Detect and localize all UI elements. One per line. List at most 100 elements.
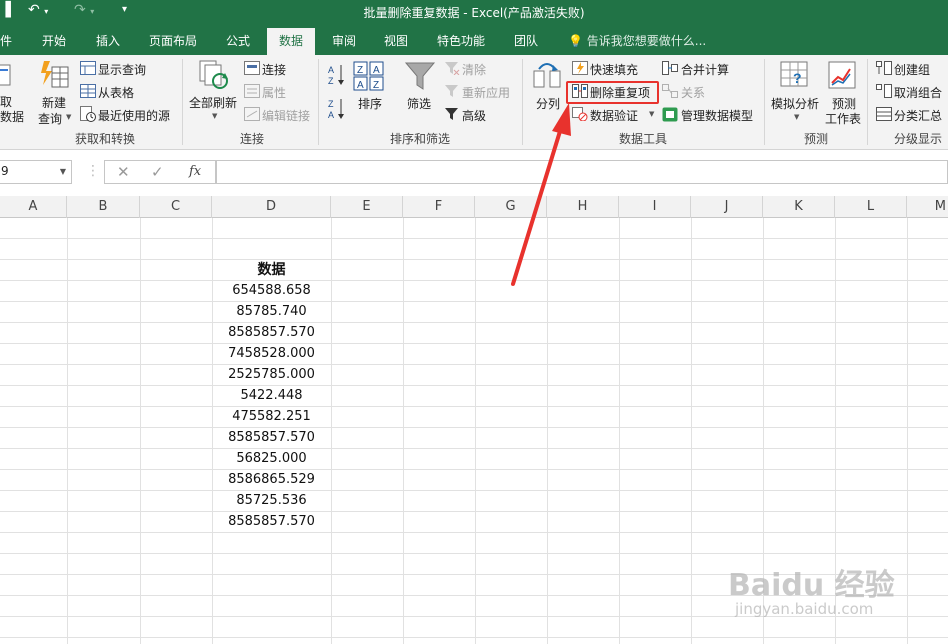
row-line [0,511,948,512]
new-query-label-b[interactable]: 查询 [38,110,62,127]
drag-handle-icon[interactable]: ⋮ [86,163,100,179]
row-line [0,427,948,428]
sort-za-icon: ZA [328,99,344,120]
edit-links-button[interactable]: 编辑链接 [262,107,310,124]
column-header[interactable]: J [691,196,763,218]
tab-view[interactable]: 视图 [384,32,408,49]
text-to-columns-button[interactable]: 分列 [536,95,560,112]
insert-function-icon[interactable]: fx [189,164,201,179]
data-cell[interactable]: 85725.536 [212,493,331,508]
tab-data[interactable]: 数据 [267,28,316,55]
forecast-sheet-icon [828,61,856,89]
what-if-button[interactable]: 模拟分析 [771,95,819,112]
enter-icon[interactable]: ✓ [151,163,164,181]
column-header[interactable]: C [140,196,212,218]
svg-text:A: A [373,65,380,76]
group-button[interactable]: 创建组 [894,61,930,78]
reapply-button[interactable]: 重新应用 [462,84,510,101]
row-line [0,364,948,365]
data-cell[interactable]: 5422.448 [212,388,331,403]
reapply-icon [445,85,458,97]
data-cell[interactable]: 56825.000 [212,451,331,466]
tab-team[interactable]: 团队 [514,32,538,49]
formula-input[interactable] [216,160,948,184]
tab-review[interactable]: 审阅 [332,32,356,49]
column-line [331,218,332,644]
manage-data-model-icon [662,107,678,122]
filter-button[interactable]: 筛选 [407,95,431,112]
formula-buttons: ✕ ✓ fx [104,160,216,184]
relationships-button[interactable]: 关系 [681,84,705,101]
get-data-label-b[interactable]: 数据 [0,108,24,125]
column-header[interactable]: L [835,196,907,218]
column-header[interactable]: D [212,196,331,218]
new-query-label-a[interactable]: 新建 [42,94,66,111]
flash-fill-button[interactable]: 快速填充 [590,61,638,78]
tab-insert[interactable]: 插入 [96,32,120,49]
column-line [475,218,476,644]
subtotal-button[interactable]: 分类汇总 [894,107,942,124]
column-line [619,218,620,644]
refresh-all-button[interactable]: 全部刷新 [189,94,237,111]
column-header[interactable]: M [907,196,948,218]
row-line [0,343,948,344]
advanced-button[interactable]: 高级 [462,107,486,124]
tab-file[interactable]: 件 [0,32,12,49]
column-header[interactable]: H [547,196,619,218]
tab-page-layout[interactable]: 页面布局 [149,32,197,49]
data-cell[interactable]: 85785.740 [212,304,331,319]
data-validation-icon [572,107,588,121]
tab-formulas[interactable]: 公式 [226,32,250,49]
column-header[interactable]: G [475,196,547,218]
column-header[interactable]: B [67,196,140,218]
column-headers: A B C D E F G H I J K L M [0,196,948,218]
column-header[interactable]: I [619,196,691,218]
data-cell[interactable]: 8585857.570 [212,514,331,529]
row-line [0,532,948,533]
svg-text:?: ? [793,70,802,86]
tell-me-box[interactable]: 💡 告诉我您想要做什么... [568,32,706,49]
chevron-down-icon[interactable]: ▼ [60,167,66,176]
cancel-icon[interactable]: ✕ [117,163,130,181]
data-cell[interactable]: 2525785.000 [212,367,331,382]
cell-d-header[interactable]: 数据 [212,259,331,279]
ungroup-button[interactable]: 取消组合 [894,84,942,101]
connections-button[interactable]: 连接 [262,61,286,78]
name-box[interactable]: 9 ▼ [0,160,72,184]
properties-button[interactable]: 属性 [262,84,286,101]
show-query-button[interactable]: 显示查询 [98,61,146,78]
flash-fill-icon [572,61,588,75]
manage-data-model-button[interactable]: 管理数据模型 [681,107,753,124]
row-line [0,406,948,407]
recent-sources-button[interactable]: 最近使用的源 [98,107,170,124]
forecast-sheet-label-b[interactable]: 工作表 [825,110,861,127]
group-separator [867,59,868,145]
data-cell[interactable]: 475582.251 [212,409,331,424]
row-line [0,637,948,638]
column-header[interactable]: E [331,196,403,218]
from-table-button[interactable]: 从表格 [98,84,134,101]
clear-button[interactable]: 清除 [462,61,486,78]
column-header[interactable]: A [0,196,67,218]
tab-special[interactable]: 特色功能 [437,32,485,49]
data-cell[interactable]: 8585857.570 [212,325,331,340]
column-header[interactable]: K [763,196,835,218]
row-line [0,301,948,302]
subtotal-icon [876,107,892,121]
chevron-down-icon: ▼ [66,113,72,121]
consolidate-button[interactable]: 合并计算 [681,61,729,78]
column-header[interactable]: F [403,196,475,218]
data-validation-button[interactable]: 数据验证 [590,107,638,124]
advanced-filter-icon [445,108,458,120]
ribbon-tabs: 件 开始 插入 页面布局 公式 数据 审阅 视图 特色功能 团队 💡 告诉我您想… [0,25,948,55]
tab-home[interactable]: 开始 [42,32,66,49]
edit-links-icon [244,107,260,121]
watermark-url: jingyan.baidu.com [735,600,874,618]
data-cell[interactable]: 8585857.570 [212,430,331,445]
data-cell[interactable]: 654588.658 [212,283,331,298]
data-cell[interactable]: 8586865.529 [212,472,331,487]
name-box-value: 9 [1,164,9,178]
data-cell[interactable]: 7458528.000 [212,346,331,361]
chevron-down-icon: ▼ [212,112,218,120]
sort-button[interactable]: 排序 [358,95,382,112]
